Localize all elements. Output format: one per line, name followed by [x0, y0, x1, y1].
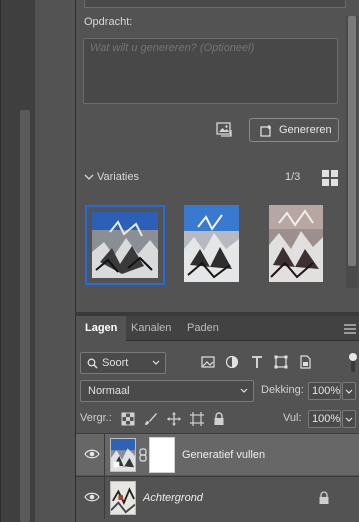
chevron-down-icon[interactable] — [83, 170, 95, 184]
eye-icon[interactable] — [84, 448, 100, 460]
layer-divider — [104, 434, 105, 476]
lock-position-icon[interactable] — [167, 412, 181, 426]
left-scrollbar-thumb[interactable] — [20, 110, 30, 522]
layer-divider — [104, 477, 105, 519]
generate-panel-scrollbar-thumb[interactable] — [348, 16, 356, 266]
tab-paden[interactable]: Paden — [178, 316, 228, 341]
layer-thumbnail — [110, 438, 136, 472]
search-icon — [87, 358, 98, 369]
reference-image-icon[interactable] — [216, 121, 234, 137]
generate-button-label: Genereren — [279, 124, 332, 136]
eye-icon[interactable] — [84, 491, 100, 503]
adjustment-layer-filter-icon[interactable] — [225, 355, 239, 369]
prompt-field[interactable] — [83, 38, 338, 104]
layers-panel: Lagen Kanalen Paden Soort Normaal Dekkin… — [75, 316, 359, 522]
lock-transparent-pixels-icon[interactable] — [121, 412, 135, 426]
tab-lagen[interactable]: Lagen — [76, 316, 127, 341]
type-layer-filter-icon[interactable] — [250, 355, 264, 369]
prompt-input[interactable] — [90, 42, 331, 54]
blend-mode-value: Normaal — [88, 385, 130, 397]
grid-view-icon[interactable] — [322, 170, 338, 186]
fill-label: Vul: — [283, 412, 302, 424]
lock-artboard-icon[interactable] — [190, 412, 204, 426]
layer-row-achtergrond[interactable]: Achtergrond — [76, 476, 359, 519]
lock-image-pixels-icon[interactable] — [144, 412, 158, 426]
lock-icon[interactable] — [318, 491, 330, 505]
variations-label: Variaties — [97, 171, 139, 183]
variation-image-3 — [269, 205, 323, 282]
layer-name[interactable]: Achtergrond — [143, 492, 203, 504]
layer-name[interactable]: Generatief vullen — [182, 449, 265, 461]
prompt-label: Opdracht: — [84, 16, 133, 28]
generate-icon — [260, 124, 271, 137]
pixel-layer-filter-icon[interactable] — [201, 355, 215, 369]
blend-mode-dropdown[interactable]: Normaal — [80, 380, 254, 402]
panel-gap — [35, 0, 75, 522]
layer-filter-row: Soort — [80, 352, 359, 376]
chevron-down-icon — [240, 388, 248, 393]
generate-button[interactable]: Genereren — [249, 118, 339, 142]
fill-dropdown[interactable] — [342, 410, 356, 428]
filter-toggle-switch[interactable] — [348, 352, 358, 374]
layer-row-generatief-vullen[interactable]: Generatief vullen — [76, 433, 359, 476]
variations-header: Variaties 1/3 — [83, 170, 338, 186]
lock-all-icon[interactable] — [212, 412, 226, 426]
opacity-input[interactable]: 100% — [308, 382, 341, 400]
blend-opacity-row: Normaal Dekking: 100% — [80, 380, 359, 402]
variation-image-1 — [92, 212, 158, 278]
variations-counter: 1/3 — [285, 171, 301, 183]
panel-menu-icon[interactable] — [344, 324, 356, 334]
layers-panel-tabs: Lagen Kanalen Paden — [76, 316, 359, 341]
panel-top-edge — [84, 0, 346, 8]
lock-label: Vergr.: — [80, 412, 112, 424]
tab-kanalen[interactable]: Kanalen — [122, 316, 180, 341]
variation-thumbnail-3[interactable] — [269, 205, 323, 282]
smart-object-filter-icon[interactable] — [298, 355, 312, 369]
layer-filter-dropdown[interactable]: Soort — [80, 352, 166, 374]
fill-input[interactable]: 100% — [308, 410, 341, 428]
variation-image-2 — [184, 205, 239, 282]
left-divider — [0, 0, 1, 522]
chevron-down-icon — [345, 417, 353, 422]
chevron-down-icon — [345, 389, 353, 394]
generate-panel-scrollbar[interactable] — [346, 16, 358, 288]
shape-layer-filter-icon[interactable] — [274, 355, 288, 369]
opacity-label: Dekking: — [261, 384, 304, 396]
layer-thumbnail — [110, 481, 136, 515]
link-icon[interactable] — [138, 448, 148, 462]
lock-fill-row: Vergr.: Vul: 100% — [80, 408, 359, 430]
layer-filter-label: Soort — [102, 357, 129, 369]
layer-mask-thumbnail[interactable] — [149, 437, 175, 473]
variation-thumbnail-1[interactable] — [85, 205, 165, 285]
opacity-dropdown[interactable] — [342, 382, 356, 400]
chevron-down-icon — [152, 360, 160, 365]
generative-fill-panel: Opdracht: Genereren Variaties 1/3 — [75, 0, 359, 312]
variation-thumbnail-2[interactable] — [184, 205, 239, 282]
